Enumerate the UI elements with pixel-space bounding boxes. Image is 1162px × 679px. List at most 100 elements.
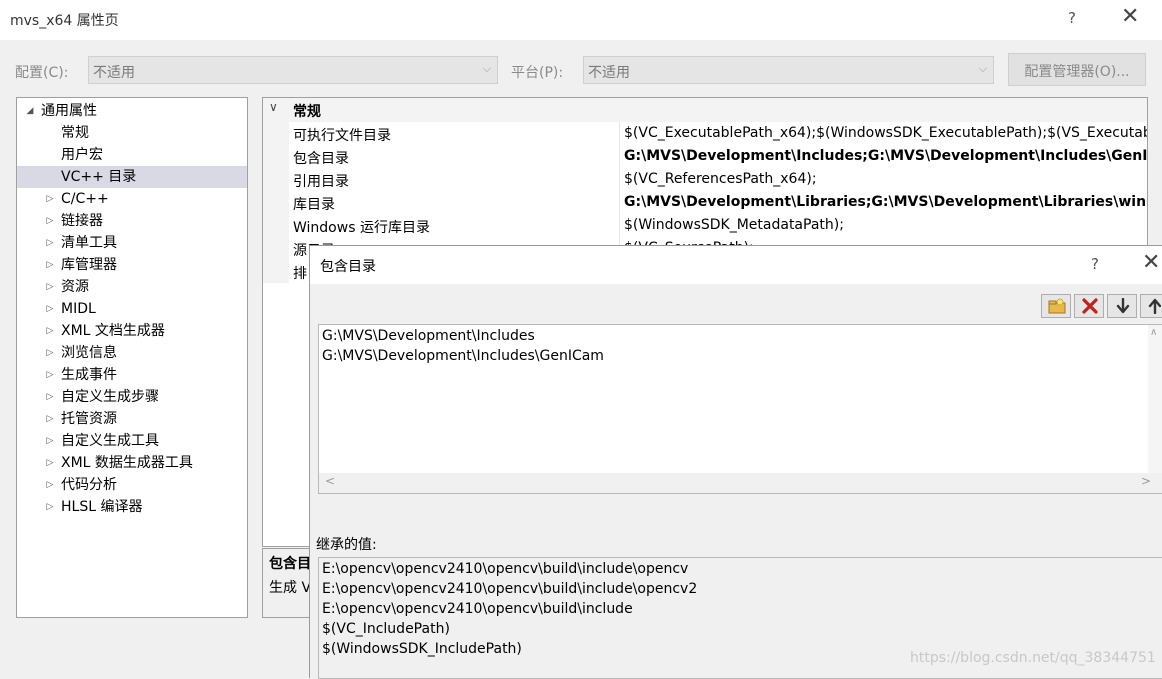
platform-label: 平台(P): [511, 65, 564, 81]
vertical-scrollbar[interactable]: ∧ [1148, 325, 1162, 475]
caret-right-icon[interactable]: ▷ [43, 342, 57, 364]
grid-section-general[interactable]: ∨ 常规 [263, 98, 1147, 122]
grid-row-gutter [263, 260, 289, 283]
caret-right-icon[interactable]: ▷ [43, 188, 57, 210]
move-up-button[interactable] [1140, 294, 1162, 318]
tree-item-label: VC++ 目录 [61, 169, 137, 185]
config-combo-value: 不适用 [93, 65, 135, 81]
help-icon[interactable]: ? [1091, 255, 1099, 273]
caret-right-icon[interactable]: ▷ [43, 232, 57, 254]
grid-row-gutter [263, 122, 289, 145]
grid-divider [619, 191, 620, 214]
caret-right-icon[interactable]: ▷ [43, 364, 57, 386]
grid-row-value[interactable]: $(WindowsSDK_MetadataPath); [624, 217, 1147, 233]
grid-row[interactable]: Windows 运行库目录 $(WindowsSDK_MetadataPath)… [263, 214, 1147, 237]
delete-line-button[interactable] [1074, 294, 1104, 318]
tree-item-manifest-tool[interactable]: ▷ 清单工具 [17, 232, 247, 254]
tree-item-managed-resources[interactable]: ▷ 托管资源 [17, 408, 247, 430]
tree-item-label: 链接器 [61, 213, 103, 229]
scroll-up-icon[interactable]: ∧ [1150, 327, 1157, 338]
new-folder-icon [1048, 298, 1066, 314]
delete-icon [1082, 298, 1098, 314]
grid-row[interactable]: 引用目录 $(VC_ReferencesPath_x64); [263, 168, 1147, 191]
chevron-down-icon[interactable]: ∨ [269, 100, 278, 114]
grid-row-value[interactable]: $(VC_ReferencesPath_x64); [624, 171, 1147, 187]
tree-item-label: MIDL [61, 301, 96, 317]
caret-down-icon[interactable]: ◢ [23, 100, 37, 122]
tree-item-xml-data-generator[interactable]: ▷ XML 数据生成器工具 [17, 452, 247, 474]
include-directories-dialog: 包含目录 ? ✕ G:\MVS\Development\Includes G:\… [309, 245, 1162, 679]
grid-row-gutter [263, 237, 289, 260]
grid-row-name: Windows 运行库目录 [293, 220, 430, 236]
new-line-button[interactable] [1041, 294, 1071, 318]
tree-item-label: 自定义生成步骤 [61, 389, 159, 405]
tree-item-vc-directories[interactable]: VC++ 目录 [17, 166, 247, 188]
caret-right-icon[interactable]: ▷ [43, 430, 57, 452]
caret-right-icon[interactable]: ▷ [43, 474, 57, 496]
caret-right-icon[interactable]: ▷ [43, 210, 57, 232]
caret-right-icon[interactable]: ▷ [43, 276, 57, 298]
config-manager-button[interactable]: 配置管理器(O)... [1008, 53, 1146, 86]
grid-divider [619, 145, 620, 168]
caret-right-icon[interactable]: ▷ [43, 408, 57, 430]
tree-item-cpp[interactable]: ▷ C/C++ [17, 188, 247, 210]
grid-row-gutter [263, 191, 289, 214]
grid-section-label: 常规 [293, 104, 321, 120]
tree-item-linker[interactable]: ▷ 链接器 [17, 210, 247, 232]
caret-right-icon[interactable]: ▷ [43, 254, 57, 276]
tree-item-browse-info[interactable]: ▷ 浏览信息 [17, 342, 247, 364]
grid-row[interactable]: 库目录 G:\MVS\Development\Libraries;G:\MVS\… [263, 191, 1147, 214]
tree-item-code-analysis[interactable]: ▷ 代码分析 [17, 474, 247, 496]
close-icon[interactable]: ✕ [1121, 6, 1139, 28]
grid-row-gutter [263, 214, 289, 237]
watermark: https://blog.csdn.net/qq_38344751 [910, 650, 1156, 666]
description-text: 生成 V [269, 580, 312, 596]
tree-item-label: 托管资源 [61, 411, 117, 427]
tree-item-custom-build-step[interactable]: ▷ 自定义生成步骤 [17, 386, 247, 408]
move-down-button[interactable] [1107, 294, 1137, 318]
config-combo[interactable]: 不适用 ⌵ [88, 56, 498, 84]
grid-divider [619, 168, 620, 191]
platform-combo[interactable]: 不适用 ⌵ [583, 56, 994, 84]
scroll-right-icon[interactable]: > [1141, 474, 1151, 488]
grid-row-name: 排 [293, 266, 307, 282]
grid-row-gutter [263, 145, 289, 168]
list-item: E:\opencv\opencv2410\opencv\build\includ… [322, 601, 633, 617]
grid-row-value[interactable]: G:\MVS\Development\Includes;G:\MVS\Devel… [624, 148, 1147, 164]
caret-right-icon[interactable]: ▷ [43, 298, 57, 320]
chevron-down-icon: ⌵ [482, 62, 491, 75]
property-tree[interactable]: ◢ 通用属性 常规 用户宏 VC++ 目录 ▷ C/C++ ▷ 链接器 ▷ 清单… [16, 97, 248, 618]
arrow-up-icon [1148, 298, 1161, 314]
close-icon[interactable]: ✕ [1142, 252, 1160, 274]
tree-item-user-macros[interactable]: 用户宏 [17, 144, 247, 166]
chevron-down-icon: ⌵ [978, 62, 987, 75]
tree-item-resources[interactable]: ▷ 资源 [17, 276, 247, 298]
grid-row-gutter [263, 168, 289, 191]
tree-item-hlsl-compiler[interactable]: ▷ HLSL 编译器 [17, 496, 247, 518]
list-item[interactable]: G:\MVS\Development\Includes\GenICam [322, 348, 604, 364]
tree-item-xml-doc-generator[interactable]: ▷ XML 文档生成器 [17, 320, 247, 342]
grid-divider [619, 122, 620, 145]
directory-list[interactable]: G:\MVS\Development\Includes G:\MVS\Devel… [318, 324, 1162, 494]
help-icon[interactable]: ? [1068, 9, 1076, 27]
grid-row[interactable]: 包含目录 G:\MVS\Development\Includes;G:\MVS\… [263, 145, 1147, 168]
dialog-title-bar: 包含目录 ? ✕ [310, 246, 1162, 284]
caret-right-icon[interactable]: ▷ [43, 452, 57, 474]
tree-item-midl[interactable]: ▷ MIDL [17, 298, 247, 320]
tree-item-custom-build-tool[interactable]: ▷ 自定义生成工具 [17, 430, 247, 452]
list-item[interactable]: G:\MVS\Development\Includes [322, 328, 535, 344]
list-item: E:\opencv\opencv2410\opencv\build\includ… [322, 581, 698, 597]
caret-right-icon[interactable]: ▷ [43, 496, 57, 518]
tree-item-general[interactable]: 常规 [17, 122, 247, 144]
list-item: $(VC_IncludePath) [322, 621, 450, 637]
tree-item-build-events[interactable]: ▷ 生成事件 [17, 364, 247, 386]
scroll-left-icon[interactable]: < [325, 474, 335, 488]
horizontal-scrollbar[interactable]: < > [319, 473, 1162, 493]
grid-row[interactable]: 可执行文件目录 $(VC_ExecutablePath_x64);$(Windo… [263, 122, 1147, 145]
tree-item-librarian[interactable]: ▷ 库管理器 [17, 254, 247, 276]
caret-right-icon[interactable]: ▷ [43, 386, 57, 408]
grid-row-value[interactable]: $(VC_ExecutablePath_x64);$(WindowsSDK_Ex… [624, 125, 1147, 141]
caret-right-icon[interactable]: ▷ [43, 320, 57, 342]
tree-item-root[interactable]: ◢ 通用属性 [17, 100, 247, 122]
grid-row-value[interactable]: G:\MVS\Development\Libraries;G:\MVS\Deve… [624, 194, 1147, 210]
